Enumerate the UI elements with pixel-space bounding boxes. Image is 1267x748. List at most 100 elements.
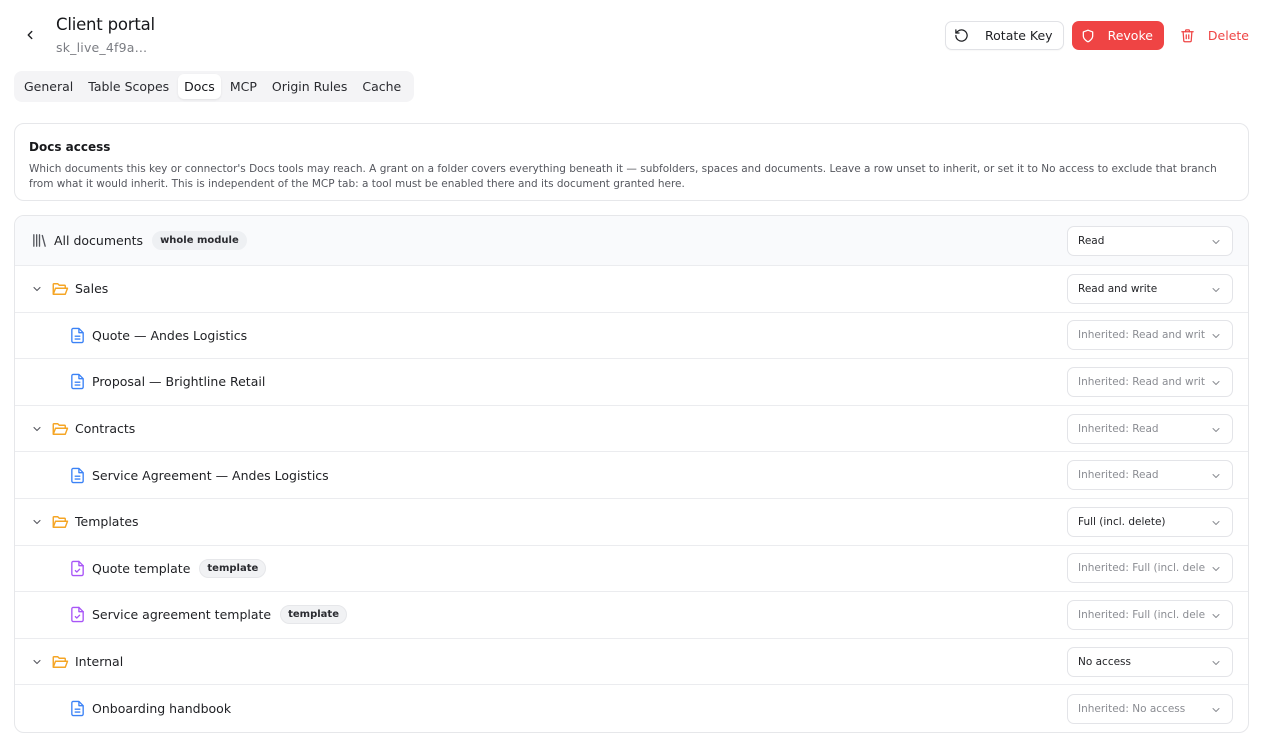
tab-origin-rules[interactable]: Origin Rules (266, 74, 353, 99)
access-select-template[interactable]: Inherited: Full (incl. delete) (1067, 553, 1233, 584)
file-check-icon (68, 606, 86, 624)
page-title: Client portal (56, 15, 155, 34)
expand-toggle[interactable] (30, 515, 44, 529)
tab-general[interactable]: General (18, 74, 79, 99)
chevron-down-icon (1212, 334, 1220, 339)
folder-open-icon (51, 513, 69, 531)
folder-open-icon (51, 280, 69, 298)
file-text-icon (68, 466, 86, 484)
tree-row-label: Contracts (75, 421, 136, 437)
tab-table-scopes[interactable]: Table Scopes (82, 74, 175, 99)
chevron-down-icon (1212, 660, 1220, 665)
file-text-icon (68, 700, 86, 718)
tab-mcp[interactable]: MCP (224, 74, 263, 99)
access-select-value: Inherited: Full (incl. delete) (1078, 608, 1205, 621)
access-select-sales[interactable]: Read and write (1067, 273, 1233, 304)
tree-row-label: Service Agreement — Andes Logistics (92, 467, 329, 483)
file-check-icon (68, 559, 86, 577)
expand-toggle[interactable] (30, 282, 44, 296)
tree-row-label: Onboarding handbook (92, 701, 232, 717)
file-text-icon (68, 373, 86, 391)
tree-row-folder-internal: Internal No access (15, 639, 1248, 686)
access-select-template[interactable]: Inherited: Full (incl. delete) (1067, 599, 1233, 630)
chevron-down-icon (1212, 239, 1220, 244)
tree-row-document: Onboarding handbook Inherited: No access (15, 685, 1248, 732)
access-select-templates[interactable]: Full (incl. delete) (1067, 506, 1233, 537)
chevron-down-icon (1212, 474, 1220, 479)
chevron-down-icon (1212, 613, 1220, 618)
tree-row-template: Service agreement template template Inhe… (15, 592, 1248, 639)
access-select-value: Inherited: Read and write (1078, 329, 1205, 342)
tree-row-document: Service Agreement — Andes Logistics Inhe… (15, 452, 1248, 499)
shield-icon (1082, 29, 1093, 42)
chevron-left-icon (27, 30, 33, 40)
chevron-down-icon (33, 659, 41, 664)
tree-row-label: Templates (75, 514, 139, 530)
chevron-down-icon (1212, 427, 1220, 432)
rotate-key-button[interactable]: Rotate Key (945, 21, 1064, 50)
tree-row-all-documents: All documents whole module Read (15, 216, 1248, 266)
tree-row-label: Quote template (92, 560, 191, 576)
chevron-down-icon (1212, 380, 1220, 385)
tree-row-document: Quote — Andes Logistics Inherited: Read … (15, 313, 1248, 360)
chevron-down-icon (33, 286, 41, 291)
delete-button[interactable]: Delete (1174, 21, 1249, 50)
page-header: Client portal sk_live_4f9a… Rotate Key R… (0, 0, 1267, 62)
access-select-document[interactable]: Inherited: No access (1067, 693, 1233, 724)
access-select-value: Inherited: Read (1078, 422, 1159, 435)
access-select-document[interactable]: Inherited: Read (1067, 460, 1233, 491)
access-select-value: Read (1078, 234, 1105, 247)
expand-toggle[interactable] (30, 655, 44, 669)
tree-row-label: All documents (54, 233, 144, 248)
access-select-value: Inherited: Read (1078, 469, 1159, 482)
rotate-ccw-icon (955, 29, 968, 42)
access-select-value: Inherited: Read and write (1078, 375, 1205, 388)
access-select-internal[interactable]: No access (1067, 646, 1233, 677)
folder-open-icon (51, 653, 69, 671)
access-select-all-documents[interactable]: Read (1067, 225, 1233, 256)
trash-icon (1181, 29, 1194, 43)
delete-label: Delete (1207, 28, 1249, 43)
access-select-value: Read and write (1078, 282, 1158, 295)
chevron-down-icon (1212, 287, 1220, 292)
scope-badge: whole module (152, 231, 247, 250)
access-select-value: Inherited: Full (incl. delete) (1078, 562, 1205, 575)
settings-tabs: General Table Scopes Docs MCP Origin Rul… (14, 71, 415, 102)
revoke-button[interactable]: Revoke (1071, 21, 1164, 50)
chevron-down-icon (33, 519, 41, 524)
section-title: Docs access (29, 140, 111, 154)
tree-row-document: Proposal — Brightline Retail Inherited: … (15, 359, 1248, 406)
file-text-icon (68, 326, 86, 344)
header-actions: Rotate Key Revoke Delete (945, 21, 1249, 50)
library-icon (30, 232, 48, 250)
chevron-down-icon (1212, 567, 1220, 572)
chevron-down-icon (33, 426, 41, 431)
access-select-value: No access (1078, 655, 1131, 668)
tree-row-label: Quote — Andes Logistics (92, 327, 248, 343)
chevron-down-icon (1212, 520, 1220, 525)
access-select-value: Inherited: No access (1078, 702, 1186, 715)
docs-access-info: Docs access Which documents this key or … (14, 123, 1249, 201)
tab-cache[interactable]: Cache (356, 74, 407, 99)
section-description: Which documents this key or connector's … (29, 163, 1217, 190)
tree-row-label: Service agreement template (92, 607, 272, 623)
access-select-document[interactable]: Inherited: Read and write (1067, 366, 1233, 397)
access-select-value: Full (incl. delete) (1078, 515, 1166, 528)
docs-access-tree: All documents whole module Read Sales Re… (14, 215, 1249, 733)
tab-docs[interactable]: Docs (178, 74, 221, 99)
key-identifier: sk_live_4f9a… (56, 40, 148, 55)
access-select-contracts[interactable]: Inherited: Read (1067, 413, 1233, 444)
template-badge: template (280, 605, 347, 625)
tree-row-template: Quote template template Inherited: Full … (15, 546, 1248, 593)
back-button[interactable] (19, 24, 41, 46)
revoke-label: Revoke (1107, 28, 1153, 43)
tree-row-folder-contracts: Contracts Inherited: Read (15, 406, 1248, 453)
tree-row-label: Proposal — Brightline Retail (92, 374, 266, 390)
folder-open-icon (51, 420, 69, 438)
tree-row-folder-sales: Sales Read and write (15, 266, 1248, 313)
tree-row-label: Sales (75, 281, 109, 297)
access-select-document[interactable]: Inherited: Read and write (1067, 320, 1233, 351)
template-badge: template (199, 558, 267, 578)
rotate-key-label: Rotate Key (985, 28, 1053, 43)
expand-toggle[interactable] (30, 422, 44, 436)
